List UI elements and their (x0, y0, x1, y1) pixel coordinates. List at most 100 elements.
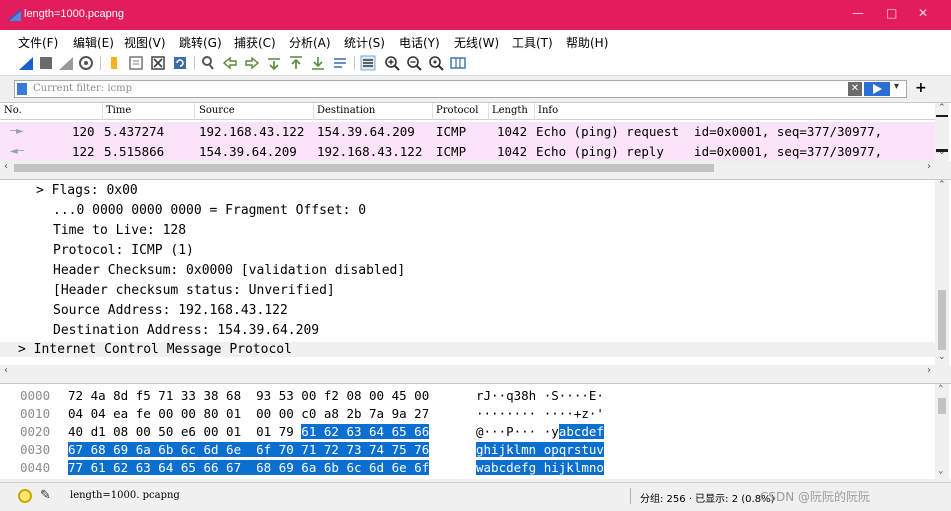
open-file-icon[interactable] (106, 55, 122, 71)
column-no[interactable]: No. (4, 105, 22, 116)
main-toolbar (0, 52, 951, 76)
column-info[interactable]: Info (538, 105, 558, 116)
status-filename: length=1000. pcapng (70, 490, 180, 501)
menu-capture[interactable]: 捕获(C) (234, 34, 276, 51)
auto-scroll-icon[interactable] (332, 55, 348, 71)
menu-wireless[interactable]: 无线(W) (454, 34, 499, 51)
menu-help[interactable]: 帮助(H) (566, 34, 608, 51)
tree-item-flags[interactable]: > Flags: 0x00 (36, 183, 138, 198)
tree-item-header-checksum[interactable]: Header Checksum: 0x0000 [validation disa… (53, 263, 405, 278)
byte-hex: 04 04 ea fe 00 00 80 01 00 00 c0 a8 2b 7… (68, 406, 430, 421)
cell-info: Echo (ping) reply id=0x0001, seq=377/309… (536, 144, 883, 159)
display-filter-input[interactable]: Current filter: icmp ✕ ▾ (14, 80, 907, 98)
reload-file-icon[interactable] (172, 55, 188, 71)
reply-arrow-icon: ◄─ (10, 146, 24, 157)
title-bar: length=1000.pcapng — □ ✕ (0, 0, 951, 30)
zoom-out-icon[interactable] (406, 55, 422, 71)
tree-item-icmp[interactable]: > Internet Control Message Protocol (0, 342, 935, 357)
tree-item-destination-address[interactable]: Destination Address: 154.39.64.209 (53, 323, 319, 338)
byte-offset: 0040 (20, 460, 51, 475)
capture-options-icon[interactable] (78, 55, 94, 71)
menu-view[interactable]: 视图(V) (124, 34, 166, 51)
add-filter-button[interactable]: + (915, 80, 927, 96)
cell-no: 120 (72, 124, 95, 139)
save-file-icon[interactable] (128, 55, 144, 71)
apply-filter-icon[interactable] (864, 82, 890, 96)
byte-offset: 0010 (20, 406, 51, 421)
normal-size-icon[interactable] (428, 55, 444, 71)
minimize-button[interactable]: — (852, 6, 864, 20)
menu-file[interactable]: 文件(F) (18, 34, 58, 51)
first-packet-icon[interactable] (288, 55, 304, 71)
byte-ascii: rJ··q38h ·S····E· (476, 388, 604, 403)
tree-item-source-address[interactable]: Source Address: 192.168.43.122 (53, 303, 288, 318)
byte-row[interactable]: 0010 04 04 ea fe 00 00 80 01 00 00 c0 a8… (0, 405, 935, 423)
column-time[interactable]: Time (106, 105, 131, 116)
packet-details-pane: > Flags: 0x00 ...0 0000 0000 0000 = Frag… (0, 179, 951, 366)
bookmark-icon[interactable] (17, 83, 27, 95)
byte-ascii: ghijklmn opqrstuv (476, 442, 604, 457)
menu-statistics[interactable]: 统计(S) (344, 34, 385, 51)
expert-info-icon[interactable] (18, 489, 32, 503)
cell-protocol: ICMP (436, 144, 467, 159)
column-source[interactable]: Source (199, 105, 235, 116)
menu-analyze[interactable]: 分析(A) (289, 34, 331, 51)
details-vscrollbar[interactable]: ⌃ ⌄ (935, 180, 949, 366)
edit-comment-icon[interactable]: ✎ (40, 488, 51, 503)
column-destination[interactable]: Destination (317, 105, 375, 116)
tree-item-ttl[interactable]: Time to Live: 128 (53, 223, 186, 238)
byte-ascii: @···P··· ·yabcdef (476, 424, 604, 439)
packet-list-hscrollbar[interactable]: ‹ › (0, 161, 951, 175)
close-button[interactable]: ✕ (918, 6, 928, 20)
tree-item-fragment-offset[interactable]: ...0 0000 0000 0000 = Fragment Offset: 0 (53, 203, 366, 218)
menu-edit[interactable]: 编辑(E) (73, 34, 114, 51)
menu-telephony[interactable]: 电话(Y) (399, 34, 440, 51)
watermark: CSDN @阮阮的阮阮 (760, 490, 871, 504)
restart-capture-icon[interactable] (58, 55, 74, 71)
table-row[interactable]: ◄─ 122 5.515866 154.39.64.209 192.168.43… (0, 142, 935, 162)
packet-list-header: No. Time Source Destination Protocol Len… (0, 103, 935, 120)
byte-row[interactable]: 0000 72 4a 8d f5 71 33 38 68 93 53 00 f2… (0, 387, 935, 405)
toolbar-separator (194, 56, 195, 70)
colorize-icon[interactable] (360, 55, 376, 71)
cell-time: 5.515866 (104, 144, 165, 159)
toolbar-separator (354, 56, 355, 70)
tree-item-checksum-status[interactable]: [Header checksum status: Unverified] (53, 283, 335, 298)
clear-filter-icon[interactable]: ✕ (848, 82, 862, 96)
cell-source: 192.168.43.122 (199, 124, 305, 139)
status-packet-counts: 分组: 256 · 已显示: 2 (0.8%) (640, 494, 775, 505)
column-protocol[interactable]: Protocol (436, 105, 478, 116)
packet-list-vscrollbar[interactable]: ⌃ ⌄ (935, 103, 949, 161)
menu-tools[interactable]: 工具(T) (512, 34, 553, 51)
start-capture-icon[interactable] (18, 55, 34, 71)
byte-row[interactable]: 0040 77 61 62 63 64 65 66 67 68 69 6a 6b… (0, 459, 935, 477)
column-length[interactable]: Length (492, 105, 528, 116)
stop-capture-icon[interactable] (38, 55, 54, 71)
tree-item-protocol[interactable]: Protocol: ICMP (1) (53, 243, 194, 258)
go-back-icon[interactable] (222, 55, 238, 71)
resize-columns-icon[interactable] (450, 55, 466, 71)
table-row[interactable]: ─► 120 5.437274 192.168.43.122 154.39.64… (0, 122, 935, 142)
byte-hex: 67 68 69 6a 6b 6c 6d 6e 6f 70 71 72 73 7… (68, 442, 430, 457)
find-packet-icon[interactable] (200, 55, 216, 71)
zoom-in-icon[interactable] (384, 55, 400, 71)
byte-offset: 0000 (20, 388, 51, 403)
cell-protocol: ICMP (436, 124, 467, 139)
byte-row[interactable]: 0030 67 68 69 6a 6b 6c 6d 6e 6f 70 71 72… (0, 441, 935, 459)
maximize-button[interactable]: □ (886, 6, 897, 20)
cell-destination: 192.168.43.122 (317, 144, 423, 159)
byte-row[interactable]: 0020 40 d1 08 00 50 e6 00 01 01 79 61 62… (0, 423, 935, 441)
cell-length: 1042 (497, 144, 528, 159)
menu-go[interactable]: 跳转(G) (179, 34, 222, 51)
go-forward-icon[interactable] (244, 55, 260, 71)
byte-offset: 0020 (20, 424, 51, 439)
go-to-packet-icon[interactable] (266, 55, 282, 71)
close-file-icon[interactable] (150, 55, 166, 71)
menu-bar: 文件(F) 编辑(E) 视图(V) 跳转(G) 捕获(C) 分析(A) 统计(S… (0, 30, 951, 52)
bytes-vscrollbar[interactable]: ⌃ ⌄ (935, 384, 949, 480)
filter-history-dropdown[interactable]: ▾ (894, 81, 899, 92)
details-hscrollbar[interactable]: ‹ › (0, 365, 951, 379)
wireshark-fin-icon (7, 9, 21, 21)
cell-destination: 154.39.64.209 (317, 124, 415, 139)
last-packet-icon[interactable] (310, 55, 326, 71)
